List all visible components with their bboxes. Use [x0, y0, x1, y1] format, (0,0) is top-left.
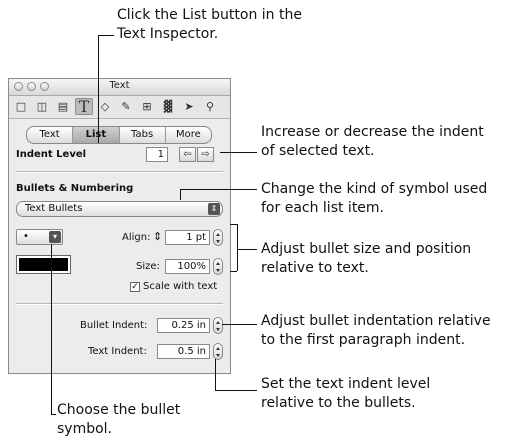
chevron-updown-icon: ⇕ [208, 203, 220, 215]
callout-line: Choose the bullet [57, 402, 181, 418]
tab-text[interactable]: Text [27, 127, 74, 143]
chart-icon[interactable]: ▓ [159, 98, 177, 115]
align-label: Align: [122, 232, 151, 243]
callout-line: Increase or decrease the indent [261, 124, 484, 140]
leader-line [215, 390, 257, 391]
callout-line: to the first paragraph indent. [261, 332, 466, 348]
align-stepper[interactable] [213, 229, 223, 246]
leader-line [237, 249, 257, 250]
callout-list-button: Click the List button in the Text Inspec… [117, 6, 302, 44]
bullet-symbol-popup[interactable]: • ▾ [16, 229, 63, 245]
divider [16, 171, 223, 173]
bullet-indent-label: Bullet Indent: [80, 320, 148, 331]
layout-icon[interactable]: ◫ [33, 98, 51, 115]
callout-line: relative to the bullets. [261, 395, 416, 411]
inspector-tabs: Text List Tabs More [26, 126, 212, 144]
text-indent-label: Text Indent: [88, 346, 147, 357]
table-icon[interactable]: ⊞ [138, 98, 156, 115]
callout-line: Text Inspector. [117, 26, 219, 42]
quicktime-icon[interactable]: ⚲ [201, 98, 219, 115]
callout-text-indent: Set the text indent level relative to th… [261, 375, 430, 413]
align-field[interactable]: 1 pt [165, 230, 210, 245]
scale-with-text-checkbox[interactable]: ✓ [130, 282, 140, 292]
bracket-line [230, 271, 237, 272]
bullet-type-value: Text Bullets [25, 203, 83, 214]
color-swatch [19, 258, 68, 271]
bullet-type-popup[interactable]: Text Bullets ⇕ [16, 201, 223, 217]
document-icon[interactable]: □ [12, 98, 30, 115]
indent-level-field[interactable]: 1 [146, 147, 168, 162]
bullet-indent-field[interactable]: 0.25 in [157, 318, 210, 333]
leader-line [222, 324, 257, 325]
leader-line [215, 359, 216, 390]
increase-indent-button[interactable]: ⇨ [197, 147, 214, 162]
callout-line: relative to text. [261, 260, 369, 276]
leader-line [220, 152, 257, 153]
callout-bullet-size: Adjust bullet size and position relative… [261, 240, 471, 278]
tab-tabs[interactable]: Tabs [120, 127, 166, 143]
text-indent-field[interactable]: 0.5 in [157, 344, 210, 359]
callout-line: Change the kind of symbol used [261, 181, 488, 197]
leader-line [51, 244, 52, 414]
title-bar: Text [9, 79, 230, 96]
wrap-icon[interactable]: ▤ [54, 98, 72, 115]
decrease-indent-button[interactable]: ⇦ [179, 147, 196, 162]
callout-bullet-indent: Adjust bullet indentation relative to th… [261, 312, 491, 350]
text-indent-stepper[interactable] [213, 343, 223, 360]
bullet-indent-stepper[interactable] [213, 317, 223, 334]
updown-arrow-icon: ⇕ [153, 230, 163, 243]
bullet-symbol-value: • [23, 231, 29, 242]
tab-more[interactable]: More [166, 127, 211, 143]
size-stepper[interactable] [213, 258, 223, 275]
callout-line: Adjust bullet indentation relative [261, 313, 491, 329]
callout-symbol-kind: Change the kind of symbol used for each … [261, 180, 487, 218]
callout-line: Click the List button in the [117, 7, 302, 23]
leader-line [180, 189, 257, 190]
callout-bullet-symbol: Choose the bullet symbol. [57, 401, 180, 439]
size-label: Size: [136, 261, 160, 272]
scale-with-text-label: Scale with text [143, 281, 218, 292]
tab-list[interactable]: List [73, 127, 120, 143]
leader-line [98, 35, 99, 143]
leader-line [51, 414, 56, 415]
window-title: Text [109, 80, 130, 91]
leader-line [180, 189, 181, 200]
indent-level-label: Indent Level [16, 149, 87, 160]
divider [16, 303, 223, 305]
text-icon[interactable]: T [75, 97, 93, 116]
callout-line: of selected text. [261, 143, 375, 159]
inspector-toolbar: □ ◫ ▤ T ◇ ✎ ⊞ ▓ ➤ ⚲ [9, 96, 230, 119]
callout-line: Set the text indent level [261, 376, 431, 392]
size-field[interactable]: 100% [165, 259, 210, 274]
callout-indent: Increase or decrease the indent of selec… [261, 123, 484, 161]
bullet-color-well[interactable] [16, 255, 71, 274]
bullets-numbering-label: Bullets & Numbering [16, 183, 134, 194]
leader-line [98, 35, 114, 36]
bracket-line [230, 224, 237, 225]
chevron-down-icon: ▾ [49, 231, 61, 243]
text-inspector-window: Text □ ◫ ▤ T ◇ ✎ ⊞ ▓ ➤ ⚲ Text List Tabs … [8, 78, 231, 374]
callout-line: Adjust bullet size and position [261, 241, 472, 257]
metrics-icon[interactable]: ✎ [117, 98, 135, 115]
bracket-line [237, 224, 238, 271]
callout-line: symbol. [57, 421, 113, 437]
callout-line: for each list item. [261, 200, 385, 216]
link-icon[interactable]: ➤ [180, 98, 198, 115]
